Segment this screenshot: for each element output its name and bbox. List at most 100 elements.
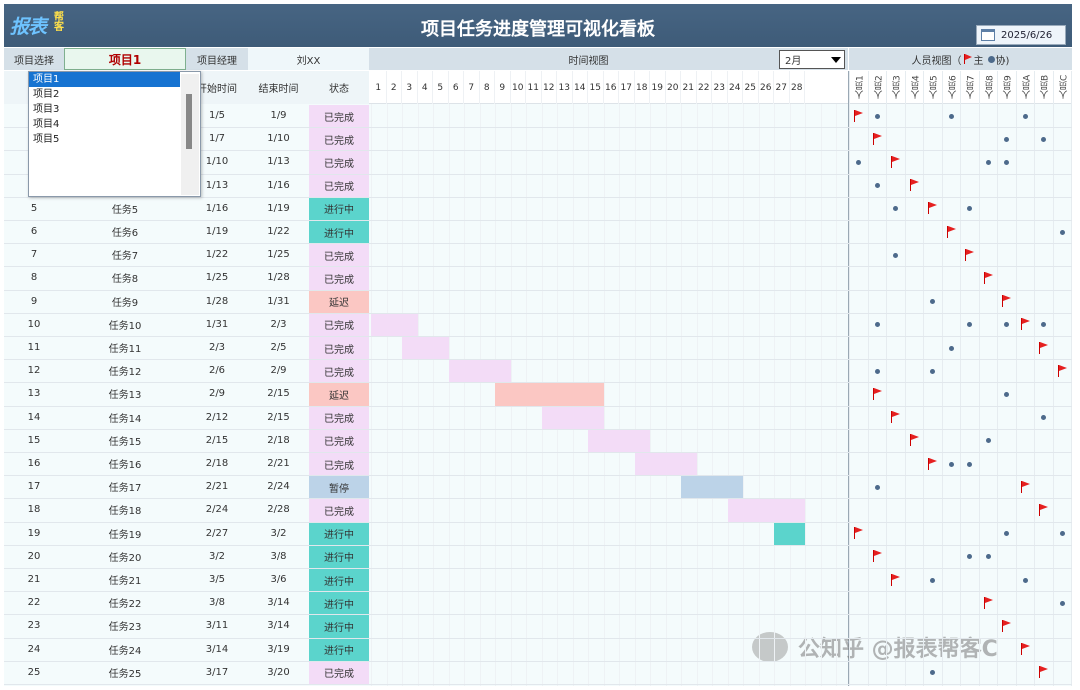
start-date: 2/3 [208, 342, 226, 354]
start-date: 1/19 [205, 226, 229, 238]
manager-label: 项目经理 [186, 48, 248, 70]
project-select-field[interactable]: 项目1 [64, 48, 186, 70]
status-badge: 已完成 [309, 244, 369, 267]
end-date: 1/22 [267, 226, 290, 238]
main-flag-icon [909, 434, 920, 447]
col-header-status: 状态 [309, 71, 369, 104]
status-badge: 已完成 [309, 128, 369, 151]
day-header: 8 [480, 71, 495, 104]
task-name: 任务25 [108, 668, 142, 680]
end-date: 2/24 [267, 481, 290, 493]
status-badge: 已完成 [309, 453, 369, 476]
day-header: 19 [650, 71, 666, 104]
start-date: 2/24 [205, 504, 229, 516]
status-badge: 已完成 [309, 429, 369, 452]
task-name: 任务16 [108, 460, 142, 472]
assist-dot-icon [948, 345, 954, 351]
gantt-bar [541, 406, 604, 429]
main-flag-icon [891, 411, 901, 424]
task-name: 任务19 [108, 529, 142, 541]
task-name: 任务15 [108, 436, 142, 448]
person-header: 人员2 [874, 75, 884, 99]
dropdown-option[interactable]: 项目2 [29, 87, 200, 102]
end-date: 2/21 [267, 458, 290, 470]
end-date: 1/10 [267, 133, 290, 145]
start-date: 3/11 [205, 620, 229, 632]
dropdown-option[interactable]: 项目3 [29, 102, 200, 117]
day-header: 9 [495, 71, 511, 104]
main-flag-icon [872, 388, 883, 400]
day-header: 15 [588, 71, 604, 104]
main-flag-icon [1020, 643, 1031, 656]
row-no: 11 [27, 342, 41, 354]
month-select[interactable]: 2月 [779, 50, 845, 69]
row-no: 9 [30, 295, 38, 307]
main-flag-icon [1057, 364, 1068, 377]
end-date: 1/28 [267, 272, 290, 284]
end-date: 1/31 [267, 295, 290, 307]
row-no: 10 [27, 318, 41, 330]
main-flag-icon [854, 109, 864, 122]
main-flag-icon [854, 527, 864, 540]
day-header: 24 [728, 71, 743, 104]
day-header: 21 [681, 71, 697, 104]
row-no: 5 [30, 202, 38, 214]
date-display: 2025/6/26 [976, 25, 1066, 45]
main-flag-icon [1039, 504, 1049, 516]
project-select-label: 项目选择 [4, 48, 64, 70]
start-date: 3/5 [208, 574, 226, 586]
main-flag-icon [983, 272, 994, 284]
task-name: 任务6 [111, 228, 139, 240]
assist-dot-icon [967, 461, 973, 467]
row-no: 17 [27, 481, 41, 493]
start-date: 2/18 [205, 458, 229, 470]
person-header: 人员4 [911, 75, 921, 99]
gantt-bar [774, 522, 805, 545]
task-name: 任务10 [108, 320, 142, 332]
row-no: 12 [27, 365, 41, 377]
main-flag-icon [872, 132, 883, 145]
person-header: 人员B [1040, 74, 1051, 100]
dropdown-option[interactable]: 项目4 [29, 117, 200, 132]
row-no: 20 [27, 550, 41, 562]
status-badge: 进行中 [309, 522, 369, 545]
status-badge: 已完成 [309, 267, 369, 290]
legend-assist-label: 协) [995, 55, 1010, 67]
end-date: 1/16 [267, 179, 290, 191]
day-header: 4 [418, 71, 433, 104]
person-header: 人员3 [892, 75, 903, 99]
start-date: 2/9 [208, 388, 226, 400]
row-no: 21 [27, 574, 41, 586]
assist-dot-icon [874, 368, 880, 374]
timeline-label: 时间视图 [568, 55, 609, 67]
task-name: 任务22 [108, 599, 142, 611]
row-no: 14 [27, 411, 41, 423]
gantt-bar [402, 337, 449, 360]
person-header: 人员5 [929, 75, 940, 99]
dropdown-scrollbar[interactable] [181, 74, 199, 195]
task-name: 任务20 [108, 552, 142, 564]
status-badge: 进行中 [309, 615, 369, 638]
end-date: 2/5 [270, 342, 287, 354]
scrollbar-thumb[interactable] [186, 94, 192, 149]
dropdown-option[interactable]: 项目5 [29, 132, 200, 147]
dropdown-option[interactable]: 项目1 [29, 72, 180, 87]
project-dropdown-list[interactable]: 项目1 项目2 项目3 项目4 项目5 [28, 71, 201, 197]
row-no: 22 [27, 597, 41, 609]
end-date: 1/25 [267, 249, 290, 261]
month-value: 2月 [785, 56, 802, 67]
manager-value: 刘XX [248, 48, 369, 70]
main-flag-icon [891, 573, 901, 586]
person-header: 人员A [1022, 74, 1032, 100]
status-badge: 进行中 [309, 569, 369, 592]
end-date: 3/2 [270, 527, 287, 539]
day-header: 13 [557, 71, 573, 104]
start-date: 1/22 [205, 249, 229, 261]
day-header: 1 [371, 71, 387, 104]
person-header: 人员C [1059, 74, 1069, 100]
status-badge: 已完成 [309, 105, 369, 128]
task-name: 任务13 [108, 390, 142, 402]
end-date: 3/20 [267, 666, 290, 678]
main-flag-icon [1020, 318, 1031, 331]
status-badge: 已完成 [309, 337, 369, 360]
